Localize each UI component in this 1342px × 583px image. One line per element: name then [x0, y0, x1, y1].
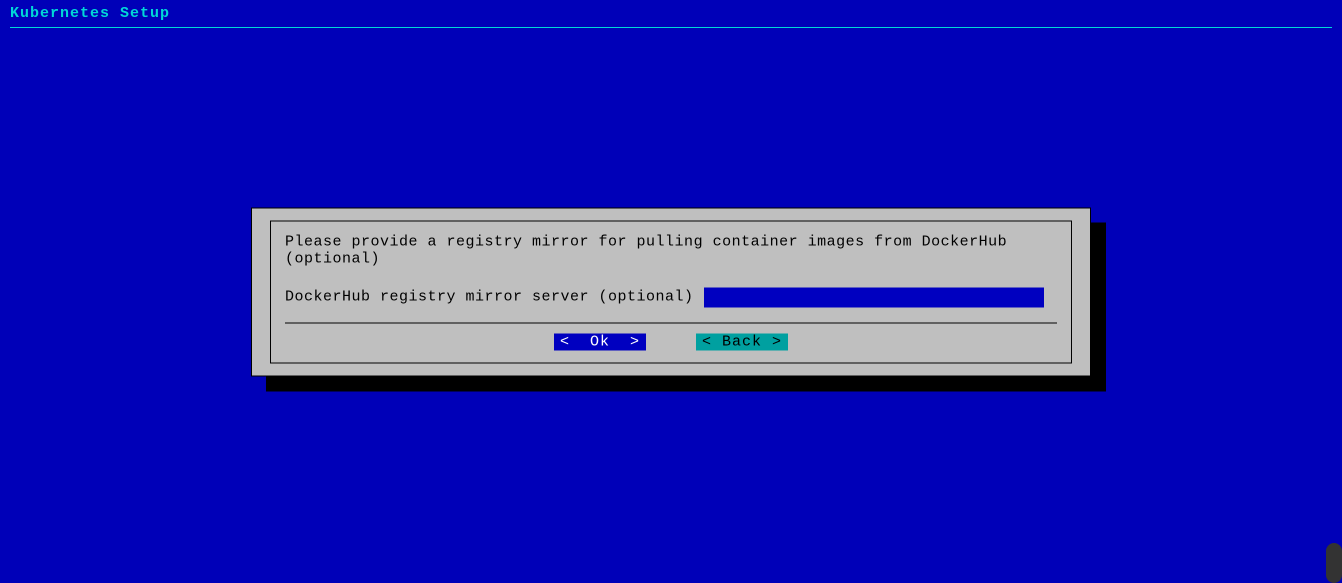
- dialog-inner: Please provide a registry mirror for pul…: [270, 220, 1072, 363]
- dialog-box: Please provide a registry mirror for pul…: [251, 207, 1091, 376]
- page-title: Kubernetes Setup: [0, 0, 1342, 27]
- ok-button[interactable]: < Ok >: [554, 333, 646, 350]
- input-row: DockerHub registry mirror server (option…: [285, 287, 1057, 307]
- input-label: DockerHub registry mirror server (option…: [285, 289, 694, 306]
- scrollbar-thumb[interactable]: [1326, 543, 1342, 583]
- dialog-message: Please provide a registry mirror for pul…: [285, 233, 1057, 267]
- dialog-wrapper: Please provide a registry mirror for pul…: [251, 207, 1091, 376]
- dialog-separator: [285, 322, 1057, 323]
- title-divider: [10, 27, 1332, 28]
- button-row: < Ok > < Back >: [285, 331, 1057, 352]
- registry-mirror-input[interactable]: [704, 287, 1044, 307]
- back-button[interactable]: < Back >: [696, 333, 788, 350]
